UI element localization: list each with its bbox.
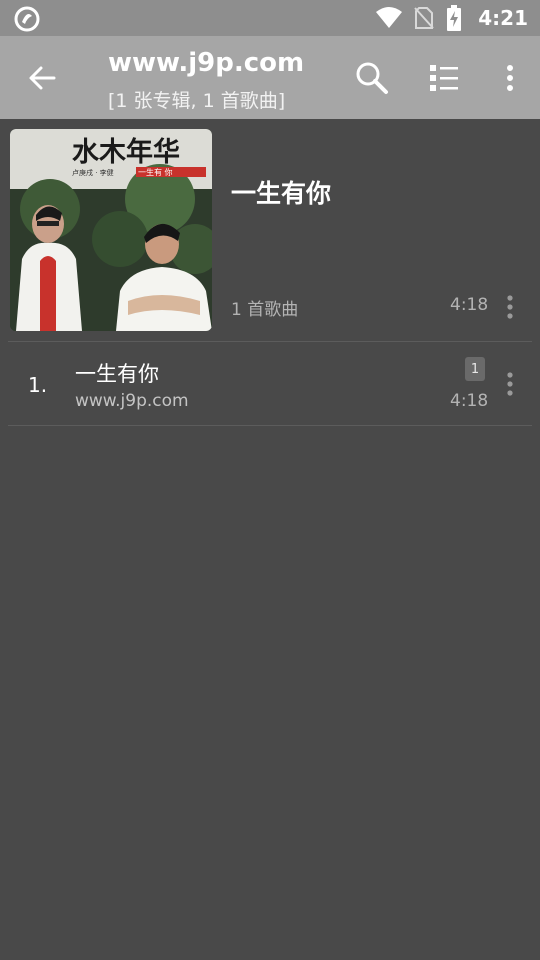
battery-charging-icon <box>447 5 462 31</box>
track-disc-badge: 1 <box>465 357 485 381</box>
search-button[interactable] <box>352 58 392 98</box>
more-vert-icon <box>507 295 513 319</box>
cover-artists-text: 卢庚戌 · 李健 <box>72 168 114 177</box>
more-vert-icon <box>507 65 513 91</box>
album-title: 一生有你 <box>231 179 332 208</box>
status-bar: 4:21 <box>0 0 540 36</box>
wifi-icon <box>376 7 403 28</box>
album-duration: 4:18 <box>450 295 489 315</box>
status-time: 4:21 <box>478 6 528 30</box>
page-title: www.j9p.com <box>108 48 305 78</box>
app-bar: www.j9p.com [1 张专辑, 1 首歌曲] <box>0 36 540 119</box>
divider <box>8 425 532 426</box>
album-cover-art: 水木年华 卢庚戌 · 李健 一生有 你 <box>10 129 212 331</box>
track-menu-button[interactable] <box>502 370 518 398</box>
track-number: 1. <box>28 373 48 397</box>
page-subtitle: [1 张专辑, 1 首歌曲] <box>108 90 286 112</box>
view-mode-button[interactable] <box>424 58 464 98</box>
more-options-button[interactable] <box>490 58 530 98</box>
track-artist: www.j9p.com <box>75 391 189 411</box>
track-title: 一生有你 <box>75 362 159 386</box>
cover-title-text: 水木年华 <box>72 136 180 168</box>
album-menu-button[interactable] <box>502 293 518 321</box>
app-notification-icon <box>14 6 40 32</box>
album-cover[interactable]: 水木年华 卢庚戌 · 李健 一生有 你 <box>10 129 212 331</box>
track-row[interactable]: 1. 一生有你 www.j9p.com 1 4:18 <box>0 342 540 425</box>
search-icon <box>356 62 388 94</box>
more-vert-icon <box>507 372 513 396</box>
cover-subtitle-text: 一生有 你 <box>138 167 173 177</box>
track-duration: 4:18 <box>450 391 489 411</box>
list-view-icon <box>430 65 458 91</box>
no-sim-icon <box>414 7 434 29</box>
arrow-left-icon[interactable] <box>26 62 58 94</box>
album-header[interactable]: 水木年华 卢庚戌 · 李健 一生有 你 一生有你 1 首歌曲 4:18 <box>0 119 540 341</box>
album-song-count: 1 首歌曲 <box>231 300 299 320</box>
